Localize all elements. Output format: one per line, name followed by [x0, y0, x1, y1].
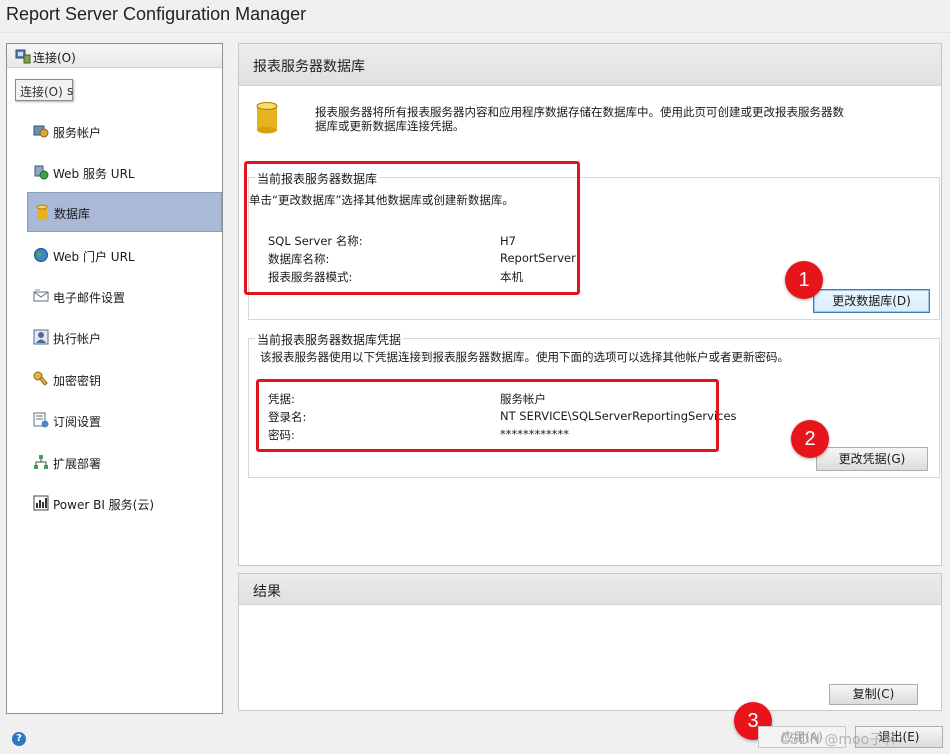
database-large-icon — [255, 102, 279, 134]
database-panel: 报表服务器数据库 报表服务器将所有报表服务器内容和应用程序数据存储在数据库中。使… — [238, 43, 942, 566]
sidebar-item-label: 电子邮件设置 — [53, 291, 126, 305]
sidebar-item-label: 数据库 — [54, 207, 91, 221]
sidebar-item-encryption-keys[interactable]: 加密密钥 — [27, 360, 222, 398]
connect-button[interactable]: 连接(O) — [7, 44, 222, 68]
server-connect-icon — [15, 48, 31, 64]
results-title: 结果 — [253, 584, 281, 600]
sidebar-item-execution-account[interactable]: 执行帐户 — [27, 318, 222, 356]
page-description-line2: 据库或更新数据库连接凭据。 — [315, 119, 465, 133]
sidebar-item-service-account[interactable]: 服务帐户 — [27, 112, 222, 150]
execution-account-icon — [33, 329, 49, 345]
results-header: 结果 — [239, 574, 941, 605]
credentials-title: 当前报表服务器数据库凭据 — [255, 331, 404, 348]
watermark: CSDN @moo子轩 — [780, 732, 898, 748]
sidebar-item-label: 执行帐户 — [53, 332, 102, 346]
sidebar-item-label: Power BI 服务(云) — [53, 498, 155, 512]
current-database-highlight — [244, 161, 580, 295]
window-title: Report Server Configuration Manager — [6, 4, 307, 24]
web-portal-globe-icon — [33, 247, 49, 263]
credentials-hint: 该报表服务器使用以下凭据连接到报表服务器数据库。使用下面的选项可以选择其他帐户或… — [260, 350, 789, 364]
page-title: 报表服务器数据库 — [253, 59, 365, 75]
results-panel: 结果 复制(C) — [238, 573, 942, 711]
database-panel-header: 报表服务器数据库 — [239, 44, 941, 86]
sidebar-item-power-bi-service[interactable]: Power BI 服务(云) — [27, 484, 222, 522]
subscription-icon — [33, 412, 49, 428]
web-service-icon — [33, 164, 49, 180]
scale-out-icon — [33, 454, 49, 470]
credentials-highlight — [256, 379, 719, 452]
sidebar-item-label: 加密密钥 — [53, 374, 102, 388]
power-bi-icon — [33, 495, 49, 511]
sidebar-item-label: 订阅设置 — [53, 415, 102, 429]
help-icon[interactable]: ? — [12, 732, 26, 746]
sidebar-item-subscription-settings[interactable]: 订阅设置 — [27, 401, 222, 439]
sidebar-item-label: 服务帐户 — [53, 126, 102, 140]
annotation-badge-2: 2 — [791, 420, 829, 458]
connect-label: 连接(O) — [33, 51, 76, 65]
change-credentials-button[interactable]: 更改凭据(G) — [816, 447, 928, 471]
sidebar-item-email-settings[interactable]: 电子邮件设置 — [27, 277, 222, 315]
database-icon — [34, 204, 50, 220]
email-icon — [33, 288, 49, 304]
sidebar: 连接(O) 连接(O) s 服务帐户 Web 服务 URL 数据库 Web 门户… — [6, 43, 223, 714]
sidebar-item-label: 扩展部署 — [53, 457, 102, 471]
annotation-badge-1: 1 — [785, 261, 823, 299]
copy-button[interactable]: 复制(C) — [829, 684, 918, 705]
sidebar-item-web-portal-url[interactable]: Web 门户 URL — [27, 236, 222, 274]
sidebar-item-web-service-url[interactable]: Web 服务 URL — [27, 153, 222, 191]
service-account-icon — [33, 123, 49, 139]
sidebar-item-label: Web 服务 URL — [53, 167, 135, 181]
sidebar-item-scale-out-deployment[interactable]: 扩展部署 — [27, 443, 222, 481]
sidebar-item-label: Web 门户 URL — [53, 250, 135, 264]
title-bar: Report Server Configuration Manager — [0, 0, 950, 33]
connect-tooltip: 连接(O) — [15, 79, 73, 101]
encryption-key-icon — [33, 371, 49, 387]
change-database-button[interactable]: 更改数据库(D) — [813, 289, 930, 313]
sidebar-item-database[interactable]: 数据库 — [27, 192, 222, 232]
tooltip-tail-text: s — [67, 84, 74, 98]
